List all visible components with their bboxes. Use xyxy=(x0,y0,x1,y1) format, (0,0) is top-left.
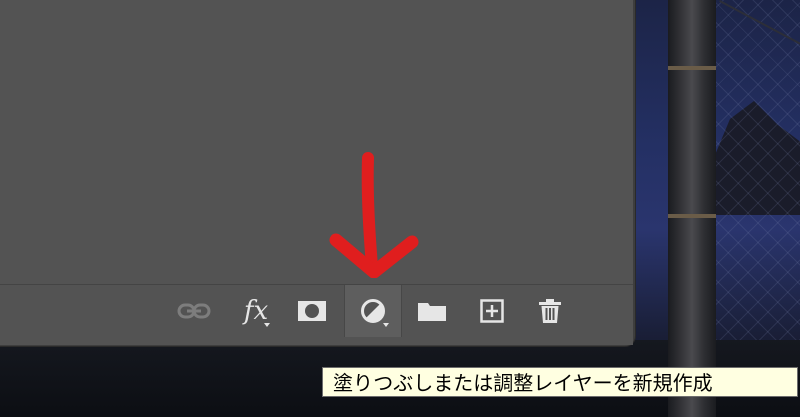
layers-panel-footer: fx xyxy=(0,284,633,345)
layer-style-button[interactable]: fx xyxy=(228,285,284,337)
folder-icon xyxy=(418,303,446,321)
new-group-button[interactable] xyxy=(404,285,460,337)
new-layer-icon xyxy=(480,299,504,323)
layers-panel: fx xyxy=(0,0,635,346)
adjustment-layer-icon xyxy=(361,299,385,323)
new-layer-button[interactable] xyxy=(464,285,520,337)
pole-band xyxy=(668,66,716,70)
fence-net xyxy=(716,0,800,340)
link-icon xyxy=(177,303,211,319)
tooltip: 塗りつぶしまたは調整レイヤーを新規作成 xyxy=(322,367,798,397)
utility-pole xyxy=(668,0,716,417)
layer-mask-icon xyxy=(298,301,326,321)
submenu-triangle-icon xyxy=(383,323,389,327)
fx-icon: fx xyxy=(243,296,269,326)
new-fill-adjustment-layer-button[interactable] xyxy=(344,285,402,337)
link-layers-button[interactable] xyxy=(166,285,222,337)
red-annotation-arrow xyxy=(329,152,419,278)
trash-icon xyxy=(539,299,561,323)
pole-band xyxy=(668,214,716,218)
add-mask-button[interactable] xyxy=(284,285,340,337)
submenu-triangle-icon xyxy=(264,323,270,327)
layers-list-area[interactable] xyxy=(0,0,633,284)
delete-layer-button[interactable] xyxy=(522,285,578,337)
